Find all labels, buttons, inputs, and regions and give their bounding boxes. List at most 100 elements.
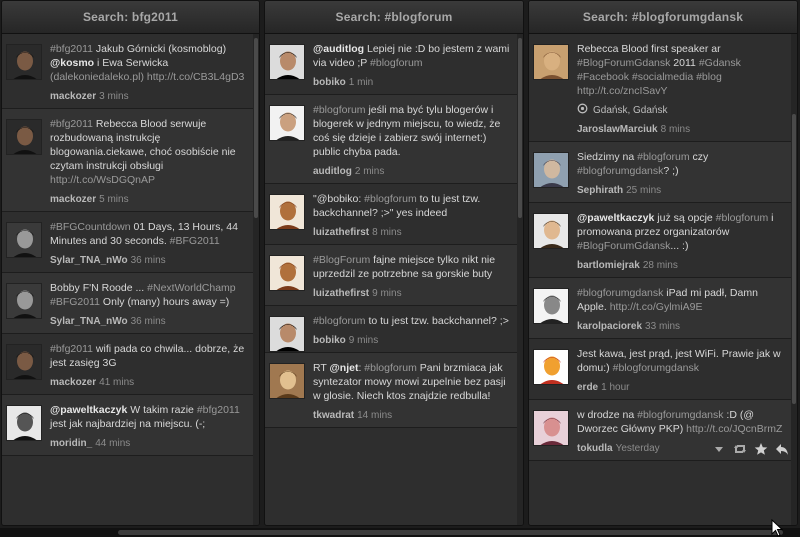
- username-link[interactable]: moridin_: [50, 438, 92, 449]
- avatar[interactable]: [533, 349, 569, 385]
- avatar[interactable]: [6, 344, 42, 380]
- hashtag-link[interactable]: #bfg2011: [50, 43, 93, 55]
- url-link[interactable]: (dalekoniedaleko.pl): [50, 71, 144, 83]
- hashtag-link[interactable]: #blogforum: [313, 104, 366, 116]
- username-link[interactable]: mackozer: [50, 91, 96, 102]
- url-link[interactable]: http://t.co/CB3L4gD3: [147, 71, 244, 83]
- vertical-scroll-thumb[interactable]: [254, 38, 258, 218]
- vertical-scrollbar[interactable]: [253, 34, 259, 525]
- horizontal-scroll-thumb[interactable]: [118, 530, 783, 535]
- username-link[interactable]: erde: [577, 382, 598, 393]
- username-link[interactable]: bartlomiejrak: [577, 260, 640, 271]
- timestamp[interactable]: 1 min: [349, 77, 373, 88]
- avatar[interactable]: [269, 194, 305, 230]
- tweet-item[interactable]: Jest kawa, jest prąd, jest WiFi. Prawie …: [529, 339, 797, 400]
- avatar[interactable]: [6, 283, 42, 319]
- timestamp[interactable]: 44 mins: [95, 438, 130, 449]
- timestamp[interactable]: 9 mins: [372, 288, 401, 299]
- chevron-down-icon[interactable]: [712, 442, 726, 456]
- mention-link[interactable]: @auditlog: [313, 43, 364, 55]
- tweet-list[interactable]: #bfg2011 Jakub Górnicki (kosmoblog) @kos…: [2, 34, 259, 525]
- tweet-item[interactable]: RT @njet: #blogforum Pani brzmiaca jak s…: [265, 353, 523, 428]
- avatar[interactable]: [533, 213, 569, 249]
- hashtag-link[interactable]: #BlogForumGdansk: [577, 57, 670, 69]
- hashtag-link[interactable]: #NextWorldChamp: [147, 282, 236, 294]
- username-link[interactable]: luizathefirst: [313, 288, 369, 299]
- hashtag-link[interactable]: #blogforumgdansk: [637, 409, 723, 421]
- avatar[interactable]: [6, 119, 42, 155]
- avatar[interactable]: [6, 222, 42, 258]
- star-icon[interactable]: [754, 442, 768, 456]
- username-link[interactable]: luizathefirst: [313, 227, 369, 238]
- username-link[interactable]: mackozer: [50, 377, 96, 388]
- timestamp[interactable]: 2 mins: [355, 166, 384, 177]
- url-link[interactable]: http://t.co/JQcnBrmZ: [686, 423, 782, 435]
- timestamp[interactable]: 28 mins: [643, 260, 678, 271]
- username-link[interactable]: tkwadrat: [313, 410, 354, 421]
- tweet-list[interactable]: @auditlog Lepiej nie :D bo jestem z wami…: [265, 34, 523, 525]
- hashtag-link[interactable]: #BFGCountdown: [50, 221, 131, 233]
- tweet-item[interactable]: Rebecca Blood first speaker ar #BlogForu…: [529, 34, 797, 142]
- avatar[interactable]: [269, 316, 305, 352]
- tweet-item[interactable]: #BFGCountdown 01 Days, 13 Hours, 44 Minu…: [2, 212, 259, 273]
- avatar[interactable]: [533, 152, 569, 188]
- hashtag-link[interactable]: #blogforum: [637, 151, 690, 163]
- tweet-item[interactable]: #blogforumgdansk iPad mi padł, Damn Appl…: [529, 278, 797, 339]
- tweet-item[interactable]: "@bobiko: #blogforum to tu jest tzw. bac…: [265, 184, 523, 245]
- url-link[interactable]: http://t.co/zncISavY: [577, 85, 667, 97]
- username-link[interactable]: Sylar_TNA_nWo: [50, 255, 128, 266]
- hashtag-link[interactable]: #blogforum: [370, 57, 423, 69]
- avatar[interactable]: [6, 405, 42, 441]
- vertical-scroll-thumb[interactable]: [792, 114, 796, 404]
- timestamp[interactable]: 36 mins: [131, 316, 166, 327]
- tweet-item[interactable]: w drodze na #blogforumgdansk :D (@ Dworz…: [529, 400, 797, 461]
- url-link[interactable]: http://t.co/GylmiA9E: [610, 301, 703, 313]
- avatar[interactable]: [269, 363, 305, 399]
- hashtag-link[interactable]: #bfg2011: [197, 404, 240, 416]
- avatar[interactable]: [6, 44, 42, 80]
- column-title[interactable]: Search: bfg2011: [2, 1, 259, 34]
- tweet-item[interactable]: #bfg2011 Rebecca Blood serwuje rozbudowa…: [2, 109, 259, 212]
- hashtag-link[interactable]: #Gdansk: [699, 57, 741, 69]
- hashtag-link[interactable]: #BlogForumGdansk: [577, 240, 670, 252]
- timestamp[interactable]: 8 mins: [372, 227, 401, 238]
- hashtag-link[interactable]: #blogforum: [364, 362, 417, 374]
- tweet-item[interactable]: Siedzimy na #blogforum czy #blogforumgda…: [529, 142, 797, 203]
- tweet-item[interactable]: #blogforum jeśli ma być tylu blogerów i …: [265, 95, 523, 184]
- tweet-item[interactable]: #bfg2011 wifi pada co chwila... dobrze, …: [2, 334, 259, 395]
- tweet-item[interactable]: @paweltkaczyk już są opcje #blogforum i …: [529, 203, 797, 278]
- hashtag-link[interactable]: #blogforumgdansk: [577, 165, 663, 177]
- timestamp[interactable]: Yesterday: [616, 443, 660, 454]
- vertical-scroll-thumb[interactable]: [518, 38, 522, 218]
- mention-link[interactable]: @paweltkaczyk: [50, 404, 127, 416]
- hashtag-link[interactable]: #BFG2011: [50, 296, 100, 308]
- tweet-item[interactable]: #BlogForum fajne miejsce tylko nikt nie …: [265, 245, 523, 306]
- timestamp[interactable]: 3 mins: [99, 91, 128, 102]
- username-link[interactable]: Sephirath: [577, 185, 623, 196]
- avatar[interactable]: [533, 44, 569, 80]
- timestamp[interactable]: 9 mins: [349, 335, 378, 346]
- username-link[interactable]: tokudla: [577, 443, 613, 454]
- hashtag-link[interactable]: #Facebook: [577, 71, 629, 83]
- username-link[interactable]: mackozer: [50, 194, 96, 205]
- hashtag-link[interactable]: #blogforum: [364, 193, 417, 205]
- tweet-item[interactable]: #bfg2011 Jakub Górnicki (kosmoblog) @kos…: [2, 34, 259, 109]
- geo-location[interactable]: Gdańsk, Gdańsk: [577, 103, 785, 117]
- hashtag-link[interactable]: #bfg2011: [50, 343, 93, 355]
- avatar[interactable]: [269, 44, 305, 80]
- timestamp[interactable]: 1 hour: [601, 382, 629, 393]
- hashtag-link[interactable]: #socialmedia: [632, 71, 693, 83]
- hashtag-link[interactable]: #blogforum: [716, 212, 769, 224]
- timestamp[interactable]: 33 mins: [645, 321, 680, 332]
- username-link[interactable]: bobiko: [313, 77, 346, 88]
- reply-icon[interactable]: [775, 442, 789, 456]
- horizontal-scrollbar[interactable]: [0, 528, 800, 537]
- username-link[interactable]: Sylar_TNA_nWo: [50, 316, 128, 327]
- username-link[interactable]: JaroslawMarciuk: [577, 124, 658, 135]
- hashtag-link[interactable]: #blogforum: [313, 315, 366, 327]
- mention-link[interactable]: @kosmo: [50, 57, 94, 69]
- username-link[interactable]: auditlog: [313, 166, 352, 177]
- vertical-scrollbar[interactable]: [517, 34, 523, 525]
- timestamp[interactable]: 41 mins: [99, 377, 134, 388]
- tweet-item[interactable]: Bobby F'N Roode ... #NextWorldChamp #BFG…: [2, 273, 259, 334]
